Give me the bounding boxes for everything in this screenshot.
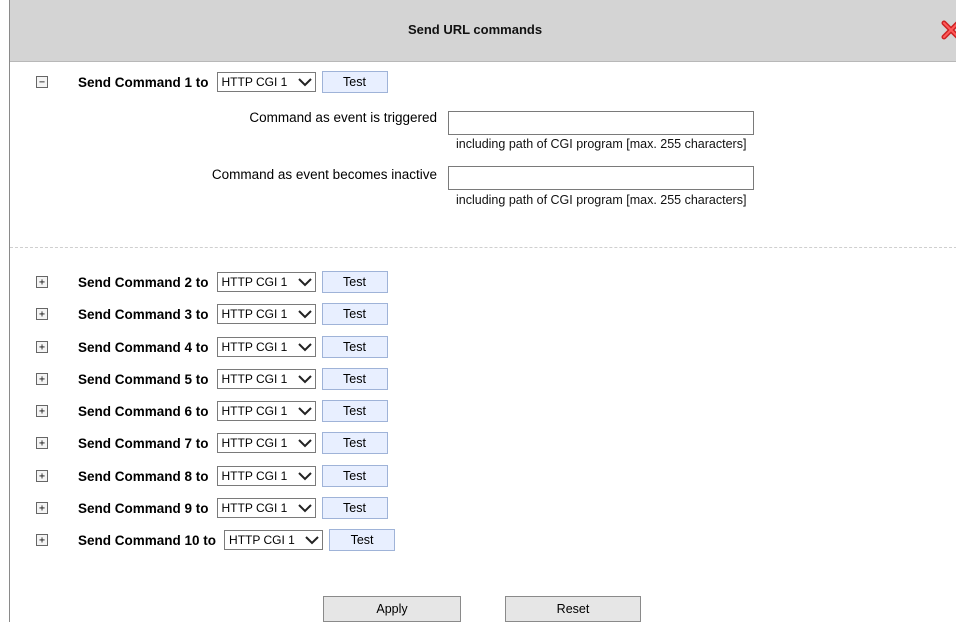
expand-icon[interactable]: + — [36, 308, 48, 320]
chevron-down-icon — [297, 504, 312, 513]
command-target-select[interactable]: HTTP CGI 1 — [216, 72, 316, 92]
inactive-hint: including path of CGI program [max. 255 … — [456, 193, 747, 207]
expand-icon[interactable]: + — [36, 341, 48, 353]
command-target-select[interactable]: HTTP CGI 1 — [224, 530, 324, 550]
chevron-down-icon — [297, 278, 312, 287]
triggered-command-input[interactable] — [448, 111, 754, 135]
command-row-5: + Send Command 5 to HTTP CGI 1 Test — [36, 367, 388, 391]
chevron-down-icon — [297, 439, 312, 448]
command-label: Send Command 2 to — [78, 274, 209, 290]
chevron-down-icon — [297, 407, 312, 416]
test-button[interactable]: Test — [321, 71, 388, 93]
command-target-select[interactable]: HTTP CGI 1 — [216, 498, 316, 518]
command-row-3: + Send Command 3 to HTTP CGI 1 Test — [36, 302, 388, 326]
chevron-down-icon — [297, 310, 312, 319]
command-row-10: + Send Command 10 to HTTP CGI 1 Test — [36, 528, 396, 552]
expand-icon[interactable]: + — [36, 470, 48, 482]
apply-button[interactable]: Apply — [323, 596, 461, 622]
command-target-select[interactable]: HTTP CGI 1 — [216, 272, 316, 292]
collapse-icon[interactable]: − — [36, 76, 48, 88]
command-label: Send Command 9 to — [78, 500, 209, 516]
expand-icon[interactable]: + — [36, 405, 48, 417]
test-button[interactable]: Test — [321, 400, 388, 422]
dialog-title: Send URL commands — [407, 22, 543, 37]
chevron-down-icon — [305, 536, 319, 545]
command-target-select[interactable]: HTTP CGI 1 — [216, 337, 316, 357]
chevron-down-icon — [297, 375, 312, 384]
test-button[interactable]: Test — [321, 271, 388, 293]
chevron-down-icon — [297, 78, 312, 87]
test-button[interactable]: Test — [321, 432, 388, 454]
inactive-command-input[interactable] — [448, 166, 754, 190]
chevron-down-icon — [297, 343, 312, 352]
command-target-select[interactable]: HTTP CGI 1 — [216, 401, 316, 421]
test-button[interactable]: Test — [329, 529, 396, 551]
test-button[interactable]: Test — [321, 303, 388, 325]
command-target-select[interactable]: HTTP CGI 1 — [216, 433, 316, 453]
reset-button[interactable]: Reset — [505, 596, 641, 622]
command-row-2: + Send Command 2 to HTTP CGI 1 Test — [36, 270, 388, 294]
expand-icon[interactable]: + — [36, 276, 48, 288]
test-button[interactable]: Test — [321, 497, 388, 519]
section-divider — [10, 247, 956, 248]
command-row-4: + Send Command 4 to HTTP CGI 1 Test — [36, 335, 388, 359]
expand-icon[interactable]: + — [36, 373, 48, 385]
command-label: Send Command 5 to — [78, 371, 209, 387]
expand-icon[interactable]: + — [36, 502, 48, 514]
command-label: Send Command 6 to — [78, 403, 209, 419]
command-row-6: + Send Command 6 to HTTP CGI 1 Test — [36, 399, 388, 423]
test-button[interactable]: Test — [321, 465, 388, 487]
command-label: Send Command 3 to — [78, 306, 209, 322]
command-row-1: − Send Command 1 to HTTP CGI 1 Test — [36, 70, 388, 94]
triggered-label: Command as event is triggered — [249, 110, 437, 125]
command-label: Send Command 7 to — [78, 435, 209, 451]
command-target-select[interactable]: HTTP CGI 1 — [216, 369, 316, 389]
expand-icon[interactable]: + — [36, 534, 48, 546]
command-row-8: + Send Command 8 to HTTP CGI 1 Test — [36, 464, 388, 488]
command-label: Send Command 8 to — [78, 468, 209, 484]
command-label: Send Command 10 to — [78, 532, 217, 548]
test-button[interactable]: Test — [321, 368, 388, 390]
command-target-select[interactable]: HTTP CGI 1 — [216, 466, 316, 486]
inactive-label: Command as event becomes inactive — [211, 167, 437, 182]
test-button[interactable]: Test — [321, 336, 388, 358]
command-label: Send Command 4 to — [78, 339, 209, 355]
dialog-titlebar: Send URL commands — [10, 0, 956, 62]
command-row-7: + Send Command 7 to HTTP CGI 1 Test — [36, 431, 388, 455]
command-label: Send Command 1 to — [78, 74, 209, 90]
triggered-hint: including path of CGI program [max. 255 … — [456, 137, 747, 151]
chevron-down-icon — [297, 472, 312, 481]
expand-icon[interactable]: + — [36, 437, 48, 449]
close-icon[interactable] — [938, 20, 956, 40]
command-target-select[interactable]: HTTP CGI 1 — [216, 304, 316, 324]
command-row-9: + Send Command 9 to HTTP CGI 1 Test — [36, 496, 388, 520]
send-url-commands-dialog: Send URL commands − Send Command 1 to HT… — [9, 0, 956, 622]
